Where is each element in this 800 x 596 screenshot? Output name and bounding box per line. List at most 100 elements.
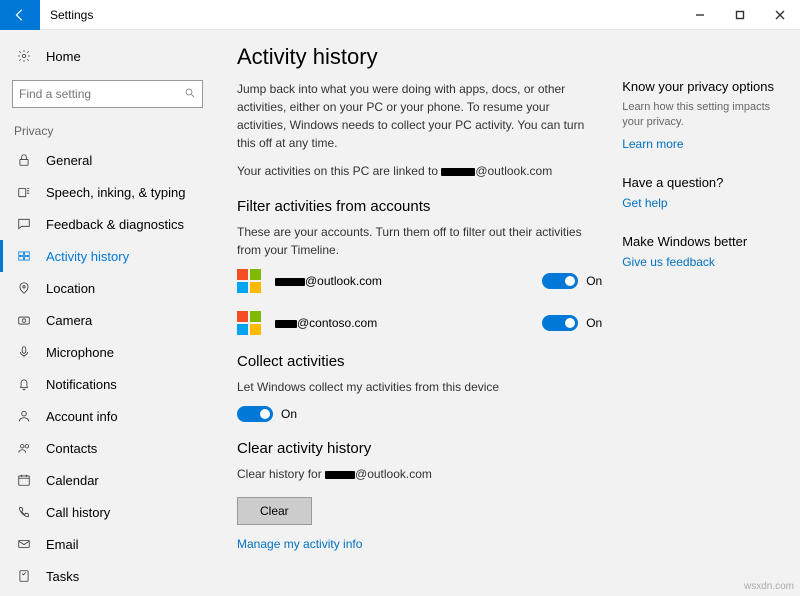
sidebar-item-call-history[interactable]: Call history	[0, 496, 215, 528]
toggle-group: On	[542, 273, 602, 289]
sidebar-item-general[interactable]: General	[0, 144, 215, 176]
privacy-heading: Know your privacy options	[622, 79, 790, 94]
sidebar-item-account-info[interactable]: Account info	[0, 400, 215, 432]
sidebar-item-calendar[interactable]: Calendar	[0, 464, 215, 496]
collect-toggle[interactable]	[237, 406, 273, 422]
sidebar-item-label: General	[46, 153, 92, 168]
account-label: @outlook.com	[275, 274, 542, 288]
sidebar-item-label: Feedback & diagnostics	[46, 217, 184, 232]
gear-icon	[14, 49, 34, 63]
sidebar-item-email[interactable]: Email	[0, 528, 215, 560]
sidebar-item-label: Email	[46, 537, 79, 552]
email-icon	[14, 537, 34, 551]
linked-account-text: Your activities on this PC are linked to…	[237, 162, 602, 180]
close-button[interactable]	[760, 0, 800, 30]
main-panel: Activity history Jump back into what you…	[215, 30, 800, 596]
location-icon	[14, 281, 34, 295]
lock-icon	[14, 153, 34, 167]
sidebar: Home Privacy General Speech, inking, & t…	[0, 30, 215, 596]
sidebar-home[interactable]: Home	[0, 40, 215, 72]
minimize-button[interactable]	[680, 0, 720, 30]
sidebar-item-activity-history[interactable]: Activity history	[0, 240, 215, 272]
account-icon	[14, 409, 34, 423]
search-icon	[184, 87, 196, 102]
search-input[interactable]	[19, 87, 184, 101]
sidebar-item-label: Location	[46, 281, 95, 296]
redacted-text	[275, 320, 297, 328]
intro-text: Jump back into what you were doing with …	[237, 80, 602, 152]
feedback-link[interactable]: Give us feedback	[622, 255, 790, 269]
bell-icon	[14, 377, 34, 391]
account-row: @outlook.com On	[237, 269, 602, 293]
toggle-group: On	[237, 406, 602, 422]
toggle-state: On	[586, 274, 602, 288]
redacted-text	[441, 168, 475, 176]
arrow-left-icon	[13, 8, 27, 22]
page-title: Activity history	[237, 44, 602, 70]
filter-heading: Filter activities from accounts	[237, 198, 602, 215]
sidebar-item-label: Microphone	[46, 345, 114, 360]
make-better-heading: Make Windows better	[622, 234, 790, 249]
microsoft-logo-icon	[237, 269, 261, 293]
learn-more-link[interactable]: Learn more	[622, 137, 790, 151]
sidebar-item-feedback[interactable]: Feedback & diagnostics	[0, 208, 215, 240]
sidebar-item-contacts[interactable]: Contacts	[0, 432, 215, 464]
sidebar-item-label: Speech, inking, & typing	[46, 185, 185, 200]
sidebar-item-location[interactable]: Location	[0, 272, 215, 304]
sidebar-item-label: Contacts	[46, 441, 97, 456]
collect-text: Let Windows collect my activities from t…	[237, 378, 602, 396]
sidebar-item-label: Call history	[46, 505, 110, 520]
redacted-text	[275, 278, 305, 286]
sidebar-item-camera[interactable]: Camera	[0, 304, 215, 336]
sidebar-item-notifications[interactable]: Notifications	[0, 368, 215, 400]
clear-heading: Clear activity history	[237, 440, 602, 457]
question-heading: Have a question?	[622, 175, 790, 190]
search-box[interactable]	[12, 80, 203, 108]
phone-icon	[14, 505, 34, 519]
close-icon	[775, 10, 785, 20]
account-toggle[interactable]	[542, 315, 578, 331]
toggle-state: On	[281, 407, 297, 421]
right-column: Know your privacy options Learn how this…	[622, 44, 790, 586]
sidebar-item-label: Tasks	[46, 569, 79, 584]
sidebar-item-tasks[interactable]: Tasks	[0, 560, 215, 592]
account-row: @contoso.com On	[237, 311, 602, 335]
collect-heading: Collect activities	[237, 353, 602, 370]
sidebar-item-label: Notifications	[46, 377, 117, 392]
window-controls	[680, 0, 800, 30]
manage-activity-link[interactable]: Manage my activity info	[237, 537, 602, 551]
toggle-state: On	[586, 316, 602, 330]
redacted-text	[325, 471, 355, 479]
microsoft-logo-icon	[237, 311, 261, 335]
contacts-icon	[14, 441, 34, 455]
privacy-text: Learn how this setting impacts your priv…	[622, 100, 790, 131]
sidebar-item-label: Activity history	[46, 249, 129, 264]
account-toggle[interactable]	[542, 273, 578, 289]
minimize-icon	[695, 10, 705, 20]
sidebar-item-speech[interactable]: Speech, inking, & typing	[0, 176, 215, 208]
sidebar-item-microphone[interactable]: Microphone	[0, 336, 215, 368]
clear-label: Clear history for @outlook.com	[237, 465, 602, 483]
title-bar: Settings	[0, 0, 800, 30]
feedback-icon	[14, 217, 34, 231]
clear-button[interactable]: Clear	[237, 497, 312, 525]
activity-icon	[14, 249, 34, 263]
sidebar-group-header: Privacy	[0, 120, 215, 144]
sidebar-item-label: Calendar	[46, 473, 99, 488]
calendar-icon	[14, 473, 34, 487]
get-help-link[interactable]: Get help	[622, 196, 790, 210]
maximize-button[interactable]	[720, 0, 760, 30]
sidebar-item-label: Account info	[46, 409, 118, 424]
speech-icon	[14, 185, 34, 199]
filter-text: These are your accounts. Turn them off t…	[237, 223, 602, 259]
account-label: @contoso.com	[275, 316, 542, 330]
window-title: Settings	[40, 8, 680, 22]
microphone-icon	[14, 345, 34, 359]
sidebar-nav: General Speech, inking, & typing Feedbac…	[0, 144, 215, 596]
toggle-group: On	[542, 315, 602, 331]
back-button[interactable]	[0, 0, 40, 30]
content-column: Activity history Jump back into what you…	[237, 44, 602, 586]
tasks-icon	[14, 569, 34, 583]
camera-icon	[14, 313, 34, 327]
sidebar-item-label: Camera	[46, 313, 92, 328]
